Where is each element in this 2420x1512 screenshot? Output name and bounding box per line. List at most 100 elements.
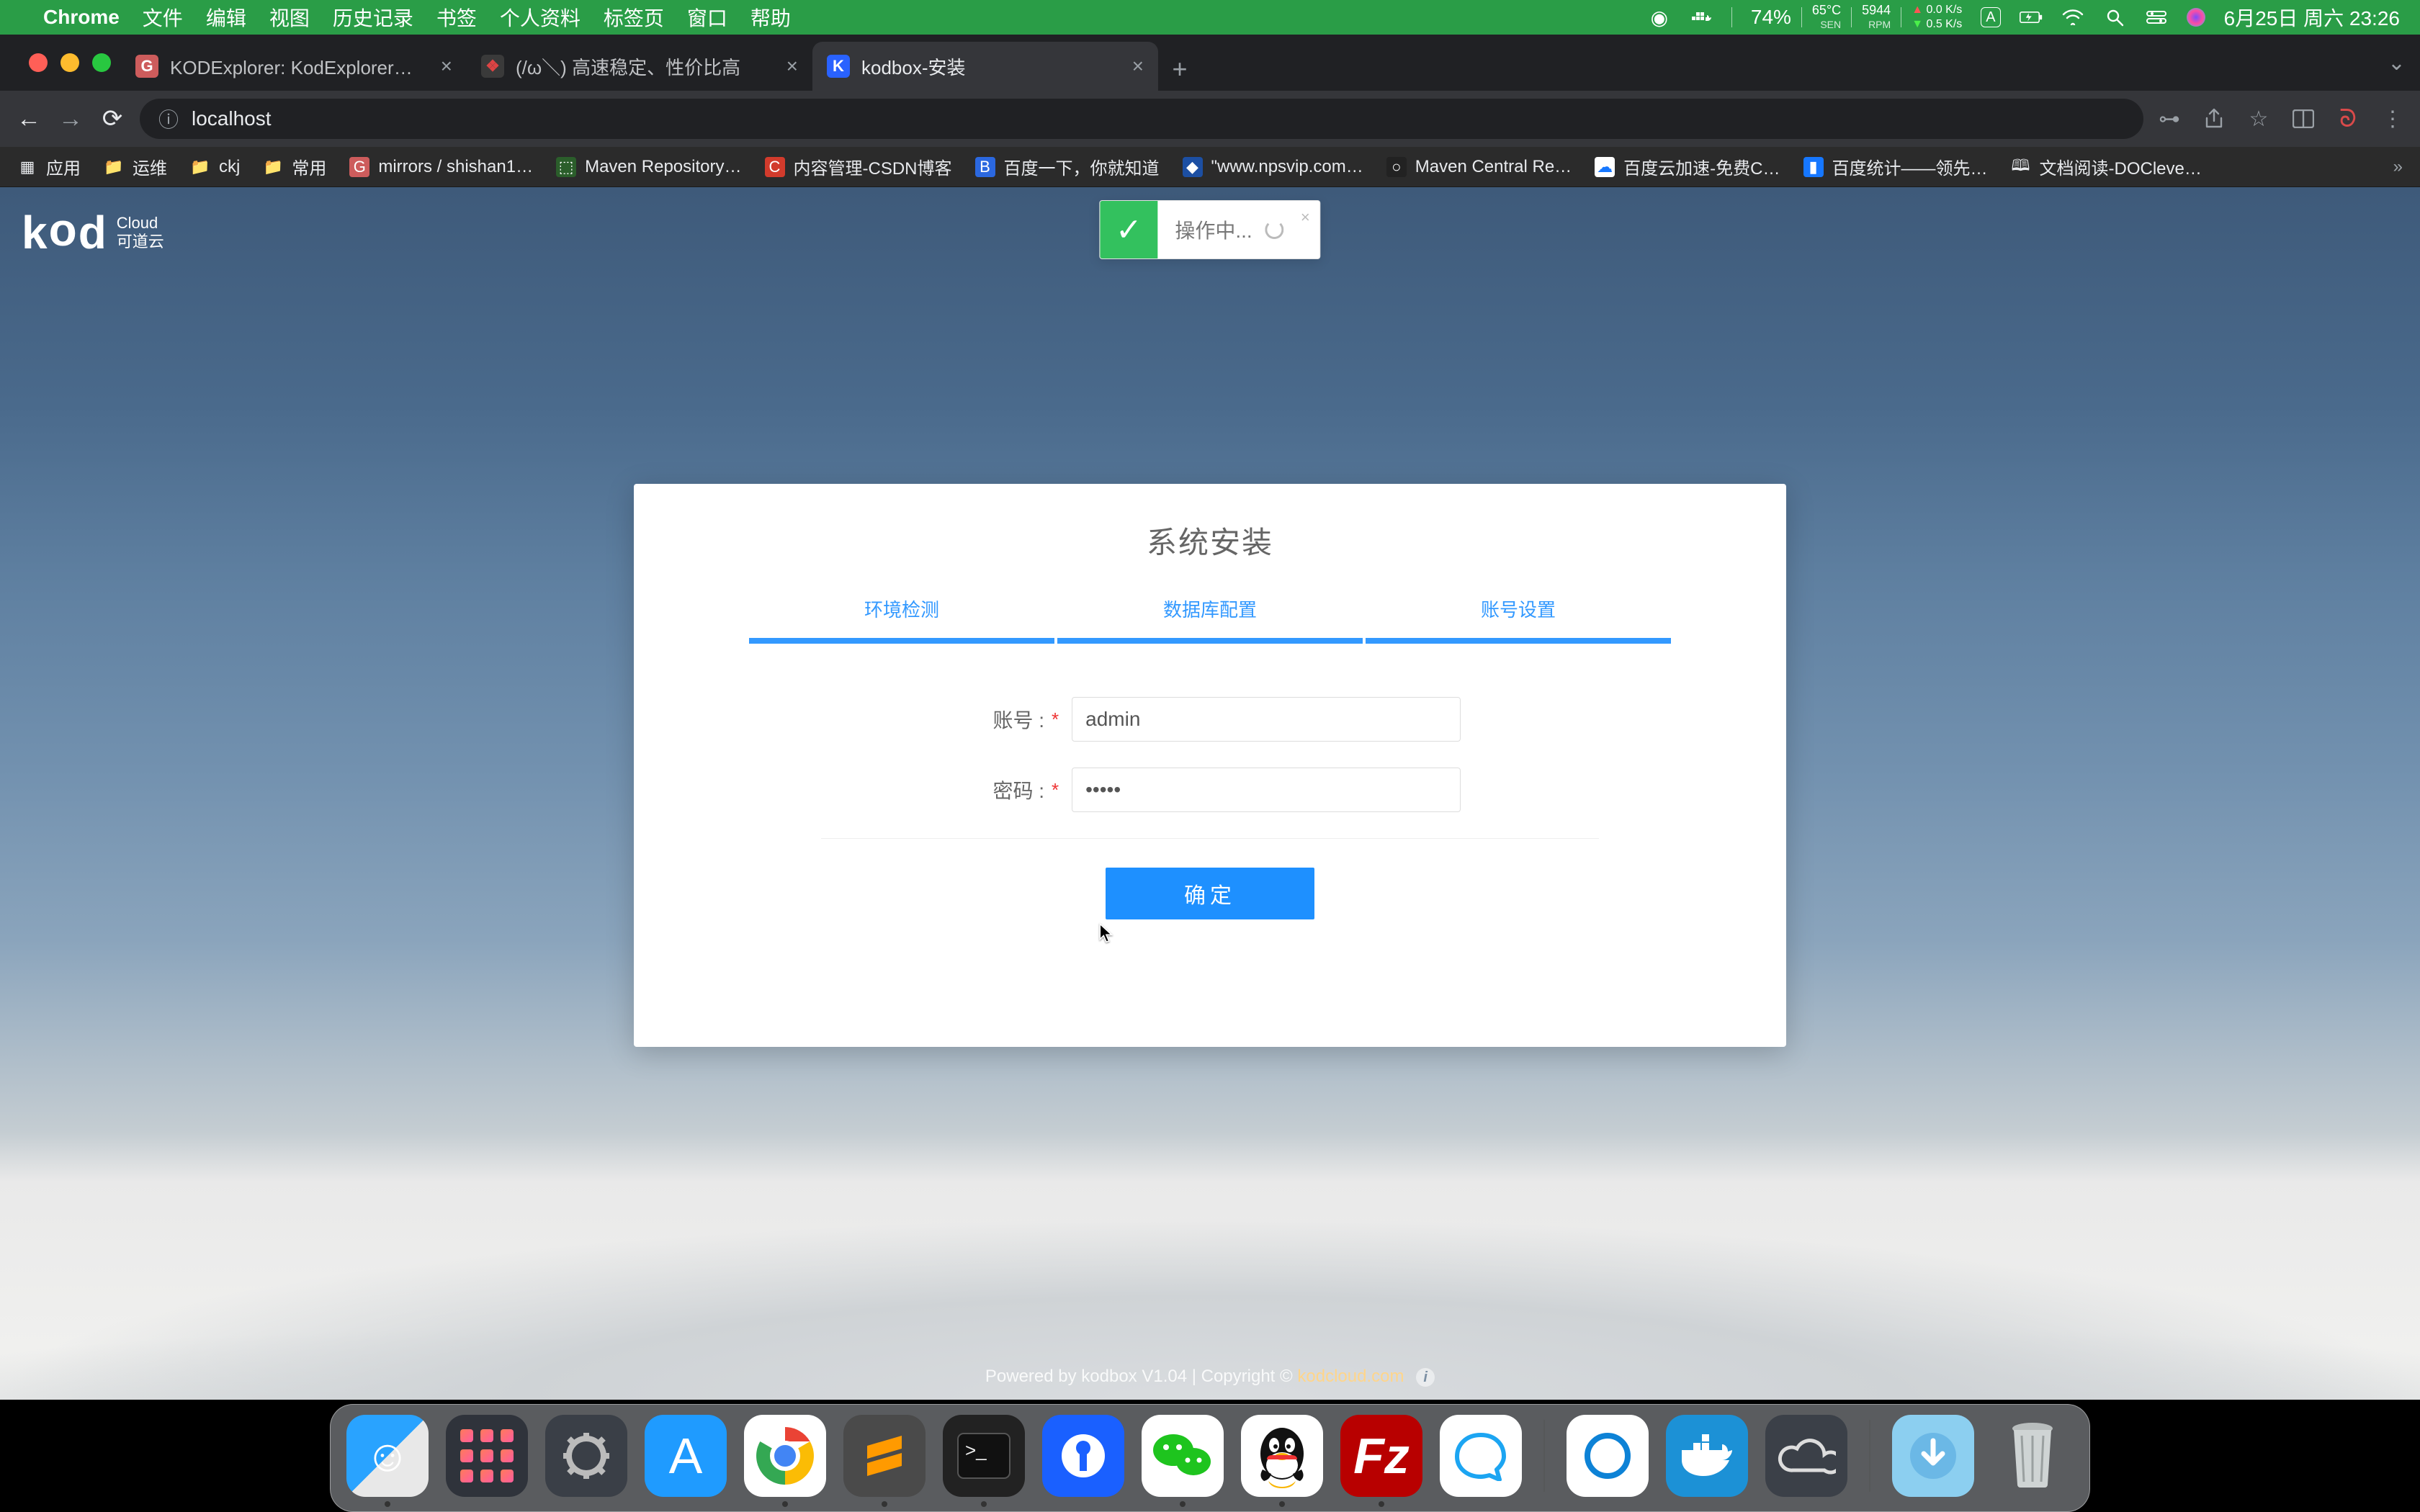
dock-appstore[interactable]: A (645, 1415, 727, 1497)
bookmark-star-icon[interactable]: ☆ (2246, 106, 2272, 132)
tab-title: (/ω＼) 高速稳定、性价比高 (516, 53, 775, 80)
bookmark-baiduyun[interactable]: ☁ 百度云加速-免费C… (1595, 154, 1780, 179)
account-form: 账号 : * 密码 : * 确定 (936, 697, 1484, 919)
menubar-appname[interactable]: Chrome (43, 6, 120, 29)
battery-icon[interactable] (2020, 6, 2043, 29)
submit-button[interactable]: 确定 (1106, 868, 1314, 919)
bookmark-folder-ckj[interactable]: 📁ckj (190, 157, 240, 177)
cloud-icon: ☁ (1595, 157, 1615, 177)
chrome-menu-icon[interactable]: ⋮ (2380, 106, 2406, 132)
dock-app-cloud[interactable] (1765, 1415, 1847, 1497)
bookmark-label: 常用 (292, 154, 326, 179)
window-close-button[interactable] (29, 53, 48, 72)
password-input[interactable] (1072, 768, 1461, 812)
dock-terminal[interactable]: >_ (943, 1415, 1025, 1497)
bookmark-label: 百度云加速-免费C… (1623, 154, 1780, 179)
tab-kodexplorer[interactable]: G KODExplorer: KodExplorer是一… × (121, 42, 467, 91)
tab-close-icon[interactable]: × (786, 55, 798, 78)
new-tab-button[interactable]: + (1158, 48, 1201, 91)
dock-chat[interactable] (1440, 1415, 1522, 1497)
dock-launchpad[interactable] (446, 1415, 528, 1497)
dock-downloads[interactable] (1892, 1415, 1974, 1497)
bookmark-folder-ops[interactable]: 📁运维 (104, 154, 167, 179)
dock-app-browser[interactable] (1567, 1415, 1649, 1497)
menu-window[interactable]: 窗口 (687, 3, 727, 32)
reading-list-icon[interactable] (2290, 106, 2316, 132)
bookmark-label: 应用 (46, 154, 81, 179)
info-icon[interactable]: i (1416, 1368, 1435, 1387)
menu-history[interactable]: 历史记录 (333, 3, 413, 32)
footer-link[interactable]: kodcloud.com (1297, 1367, 1404, 1386)
menu-edit[interactable]: 编辑 (206, 3, 246, 32)
doc-icon: 🕮 (2011, 157, 2031, 177)
address-bar[interactable]: ⓘ localhost (140, 99, 2143, 139)
dock-1password[interactable] (1042, 1415, 1124, 1497)
password-saved-icon[interactable]: ⊶ (2156, 106, 2182, 132)
mvn-icon: ⬚ (556, 157, 576, 177)
site-info-icon[interactable]: ⓘ (158, 104, 179, 133)
menu-bookmarks[interactable]: 书签 (436, 3, 477, 32)
step-account[interactable]: 账号设置 (1366, 595, 1671, 644)
bookmark-label: Maven Repository… (585, 157, 741, 177)
dock-wechat[interactable] (1142, 1415, 1224, 1497)
bookmark-label: 百度一下，你就知道 (1004, 154, 1160, 179)
share-icon[interactable] (2201, 106, 2227, 132)
nav-forward-button[interactable]: → (56, 105, 85, 133)
dock-sublime[interactable] (843, 1415, 926, 1497)
tab-close-icon[interactable]: × (441, 55, 452, 78)
spotlight-icon[interactable] (2103, 6, 2126, 29)
tabs-overflow-icon[interactable]: ⌄ (2388, 50, 2406, 76)
siri-icon[interactable] (2187, 8, 2205, 27)
install-steps: 环境检测 数据库配置 账号设置 (749, 595, 1671, 644)
chrome-tabstrip: G KODExplorer: KodExplorer是一… × ❖ (/ω＼) … (0, 35, 2420, 91)
nav-reload-button[interactable]: ⟳ (98, 104, 127, 133)
bookmark-mirrors[interactable]: Gmirrors / shishan1… (349, 157, 533, 177)
bookmark-folder-common[interactable]: 📁常用 (263, 154, 326, 179)
bookmark-doclever[interactable]: 🕮文档阅读-DOCleve… (2011, 154, 2202, 179)
folder-icon: 📁 (190, 157, 210, 177)
wifi-icon[interactable] (2061, 6, 2084, 29)
account-input[interactable] (1072, 697, 1461, 742)
bookmark-baidu[interactable]: B百度一下，你就知道 (975, 154, 1160, 179)
control-center-icon[interactable] (2145, 6, 2168, 29)
chrome-toolbar: ← → ⟳ ⓘ localhost ⊶ ☆ ᘐ ⋮ (0, 91, 2420, 147)
menu-profile[interactable]: 个人资料 (500, 3, 581, 32)
tab-favicon: ❖ (481, 55, 504, 78)
window-minimize-button[interactable] (60, 53, 79, 72)
menu-view[interactable]: 视图 (269, 3, 310, 32)
window-controls (13, 35, 121, 91)
tab-close-icon[interactable]: × (1132, 55, 1144, 78)
nav-back-button[interactable]: ← (14, 105, 43, 133)
toast-close-icon[interactable]: × (1301, 208, 1310, 227)
dock-system-preferences[interactable] (545, 1415, 627, 1497)
step-db-config[interactable]: 数据库配置 (1057, 595, 1363, 644)
docker-menu-icon[interactable] (1690, 6, 1713, 29)
tab-npsvip[interactable]: ❖ (/ω＼) 高速稳定、性价比高 × (467, 42, 812, 91)
folder-icon: 📁 (104, 157, 124, 177)
bookmark-apps[interactable]: ▦应用 (17, 154, 81, 179)
menubar-stats[interactable]: 74% 65°CSEN 5944RPM ▲ 0.0 K/s ▼ 0.5 K/s (1751, 3, 1962, 32)
menu-help[interactable]: 帮助 (750, 3, 791, 32)
dock-finder[interactable]: ☺ (346, 1415, 429, 1497)
extension-icon[interactable]: ᘐ (2335, 106, 2361, 132)
ime-indicator[interactable]: A (1981, 7, 2000, 27)
tab-kodbox-install[interactable]: K kodbox-安装 × (812, 42, 1158, 91)
dock-chrome[interactable] (744, 1415, 826, 1497)
window-maximize-button[interactable] (92, 53, 111, 72)
menubar-clock[interactable]: 6月25日 周六 23:26 (2224, 3, 2400, 32)
dock-trash[interactable] (1991, 1415, 2074, 1497)
bookmark-csdn[interactable]: C内容管理-CSDN博客 (765, 154, 952, 179)
bookmarks-overflow[interactable]: » (2393, 157, 2403, 177)
bookmark-mvncentral[interactable]: ○Maven Central Re… (1386, 157, 1572, 177)
bookmark-tongji[interactable]: ▮百度统计——领先… (1803, 154, 1988, 179)
npsvip-icon: ◆ (1183, 157, 1203, 177)
camera-menu-icon[interactable]: ◉ (1648, 6, 1671, 29)
bookmark-npsvip[interactable]: ◆"www.npsvip.com… (1183, 157, 1363, 177)
menu-tabs[interactable]: 标签页 (604, 3, 664, 32)
dock-filezilla[interactable]: Fz (1340, 1415, 1422, 1497)
dock-app-docker[interactable] (1666, 1415, 1748, 1497)
bookmark-mvnrepo[interactable]: ⬚ Maven Repository… (556, 157, 741, 177)
menu-file[interactable]: 文件 (143, 3, 183, 32)
dock-qq[interactable] (1241, 1415, 1323, 1497)
step-env-check[interactable]: 环境检测 (749, 595, 1054, 644)
